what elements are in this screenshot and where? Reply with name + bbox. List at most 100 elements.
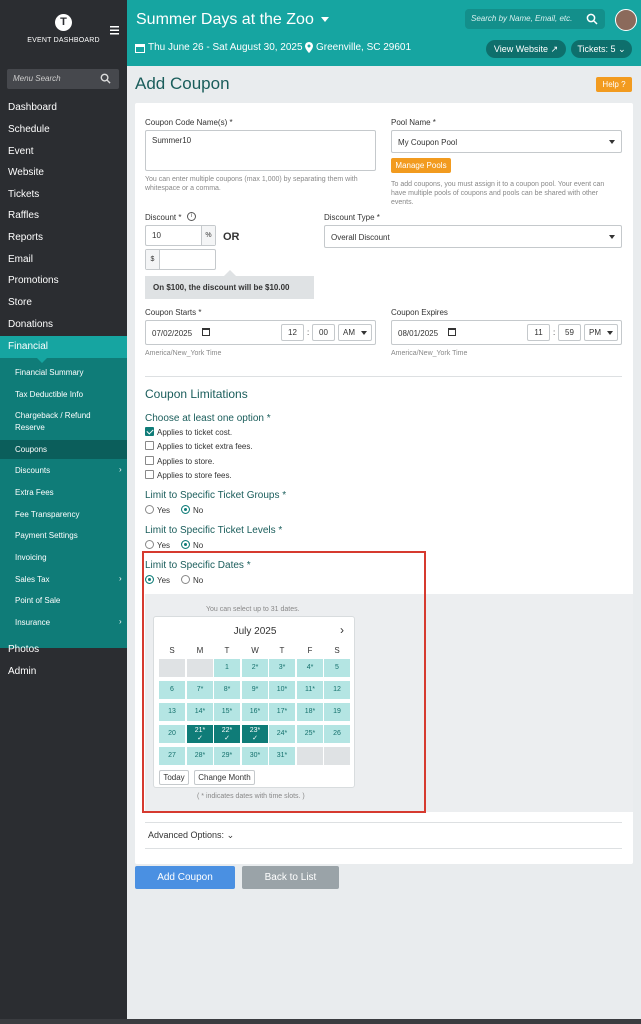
info-icon: i — [187, 212, 196, 221]
sidebar-item-photos[interactable]: Photos — [8, 644, 39, 655]
sidebar-sub-extra-fees[interactable]: Extra Fees — [15, 488, 54, 497]
pool-help-3: events. — [391, 199, 414, 206]
starts-ampm-select[interactable]: AM — [338, 324, 372, 341]
sidebar-item-promotions[interactable]: Promotions — [8, 275, 59, 286]
ticket-cost-checkbox[interactable] — [145, 427, 154, 436]
store-checkbox[interactable] — [145, 456, 154, 465]
calendar-icon[interactable] — [202, 328, 210, 336]
starts-minute-input[interactable]: 00 — [312, 324, 335, 341]
ticket-levels-no-label: No — [193, 541, 204, 550]
chevron-down-icon: ⌄ — [226, 830, 235, 840]
add-coupon-button[interactable]: Add Coupon — [135, 866, 235, 889]
time-colon: : — [307, 328, 310, 337]
sidebar-sub-sales-tax[interactable]: Sales Tax — [15, 575, 50, 584]
expires-hour-input[interactable]: 11 — [527, 324, 550, 341]
event-title: Summer Days at the Zoo — [136, 11, 314, 28]
sidebar-sub-tax-deductible[interactable]: Tax Deductible Info — [15, 390, 83, 399]
sidebar-item-raffles[interactable]: Raffles — [8, 210, 39, 221]
sidebar-item-schedule[interactable]: Schedule — [8, 124, 50, 135]
coupon-expires-label: Coupon Expires — [391, 308, 448, 317]
sidebar-sub-insurance[interactable]: Insurance — [15, 618, 50, 627]
advanced-options-label: Advanced Options: — [148, 830, 225, 840]
chevron-right-icon: › — [119, 617, 122, 626]
discount-percent-input[interactable]: 10 % — [145, 225, 216, 246]
logo-icon: T — [55, 14, 72, 31]
sidebar: T EVENT DASHBOARD Menu Search Dashboard … — [0, 0, 127, 1024]
store-fees-checkbox[interactable] — [145, 470, 154, 479]
sidebar-sub-fee-transparency[interactable]: Fee Transparency — [15, 510, 79, 519]
sidebar-item-tickets[interactable]: Tickets — [8, 189, 39, 200]
chevron-right-icon: › — [119, 465, 122, 474]
sidebar-item-admin[interactable]: Admin — [8, 666, 36, 677]
ticket-groups-yes-radio[interactable] — [145, 505, 154, 514]
menu-search-input[interactable]: Menu Search — [7, 69, 119, 89]
discount-type-select[interactable]: Overall Discount — [324, 225, 622, 248]
sidebar-sub-chargeback[interactable]: Chargeback / Refund — [15, 411, 91, 420]
hamburger-icon[interactable] — [110, 26, 119, 35]
sidebar-sub-payment-settings[interactable]: Payment Settings — [15, 531, 78, 540]
expires-ampm-value: PM — [589, 328, 601, 337]
sidebar-sub-discounts[interactable]: Discounts — [15, 466, 50, 475]
calendar-icon — [135, 44, 145, 53]
sidebar-item-event[interactable]: Event — [8, 146, 34, 157]
advanced-options-toggle[interactable]: Advanced Options: ⌄ — [148, 830, 234, 841]
help-button[interactable]: Help ? — [596, 77, 632, 92]
pool-name-value: My Coupon Pool — [398, 138, 458, 147]
coupon-code-label: Coupon Code Name(s) * — [145, 118, 233, 127]
sidebar-item-store[interactable]: Store — [8, 297, 32, 308]
divider — [145, 376, 622, 377]
coupon-code-value: Summer10 — [152, 136, 192, 145]
view-website-label: View Website — [493, 44, 549, 54]
starts-hour-input[interactable]: 12 — [281, 324, 304, 341]
sidebar-sub-invoicing[interactable]: Invoicing — [15, 553, 47, 562]
expires-date-input[interactable]: 08/01/2025 — [398, 329, 438, 338]
manage-pools-button[interactable]: Manage Pools — [391, 158, 451, 173]
caret-down-icon — [607, 331, 613, 335]
ticket-extra-fees-label: Applies to ticket extra fees. — [157, 442, 253, 451]
sidebar-item-financial: Financial — [8, 341, 49, 352]
sidebar-item-financial-active[interactable]: Financial — [0, 336, 127, 358]
back-to-list-button[interactable]: Back to List — [242, 866, 339, 889]
sidebar-sub-coupons[interactable]: Coupons — [15, 445, 47, 454]
discount-percent-value: 10 — [152, 231, 161, 240]
store-fees-label: Applies to store fees. — [157, 471, 232, 480]
calendar-icon[interactable] — [448, 328, 456, 336]
sidebar-item-dashboard[interactable]: Dashboard — [8, 102, 57, 113]
sidebar-item-reports[interactable]: Reports — [8, 232, 43, 243]
main-content: Add Coupon Help ? Coupon Code Name(s) * … — [127, 66, 641, 1024]
sidebar-item-donations[interactable]: Donations — [8, 319, 53, 330]
external-link-icon: ↗ — [550, 44, 559, 54]
global-search-input[interactable]: Search by Name, Email, etc. — [465, 9, 605, 29]
limitations-heading: Coupon Limitations — [145, 387, 248, 401]
tickets-dropdown[interactable]: Tickets: 5 ⌄ — [571, 40, 632, 58]
event-location: Greenville, SC 29601 — [316, 42, 412, 53]
search-icon[interactable] — [586, 13, 598, 25]
user-avatar[interactable] — [615, 9, 637, 31]
sidebar-sub-point-of-sale[interactable]: Point of Sale — [15, 596, 60, 605]
active-pointer — [36, 357, 48, 363]
discount-label: Discount * — [145, 213, 182, 222]
ticket-cost-label: Applies to ticket cost. — [157, 428, 233, 437]
ticket-groups-no-label: No — [193, 506, 204, 515]
starts-date-input[interactable]: 07/02/2025 — [152, 329, 192, 338]
sidebar-sub-reserve[interactable]: Reserve — [15, 423, 45, 432]
chevron-down-icon: ⌄ — [618, 44, 626, 54]
coupon-form-card: Coupon Code Name(s) * Summer10 You can e… — [135, 103, 633, 864]
coupon-code-textarea[interactable]: Summer10 — [145, 130, 376, 171]
view-website-button[interactable]: View Website ↗ — [486, 40, 566, 58]
sidebar-item-email[interactable]: Email — [8, 254, 33, 265]
divider — [145, 848, 622, 849]
ticket-extra-fees-checkbox[interactable] — [145, 441, 154, 450]
ticket-levels-no-radio[interactable] — [181, 540, 190, 549]
expires-minute-input[interactable]: 59 — [558, 324, 581, 341]
expires-ampm-select[interactable]: PM — [584, 324, 618, 341]
discount-dollar-input[interactable]: $ — [145, 249, 216, 270]
sidebar-item-website[interactable]: Website — [8, 167, 44, 178]
event-title-dropdown[interactable]: Summer Days at the Zoo — [136, 11, 330, 29]
pool-name-select[interactable]: My Coupon Pool — [391, 130, 622, 153]
ticket-levels-yes-radio[interactable] — [145, 540, 154, 549]
ticket-groups-yes-label: Yes — [157, 506, 171, 515]
ticket-groups-no-radio[interactable] — [181, 505, 190, 514]
store-label: Applies to store. — [157, 457, 215, 466]
sidebar-sub-financial-summary[interactable]: Financial Summary — [15, 368, 83, 377]
